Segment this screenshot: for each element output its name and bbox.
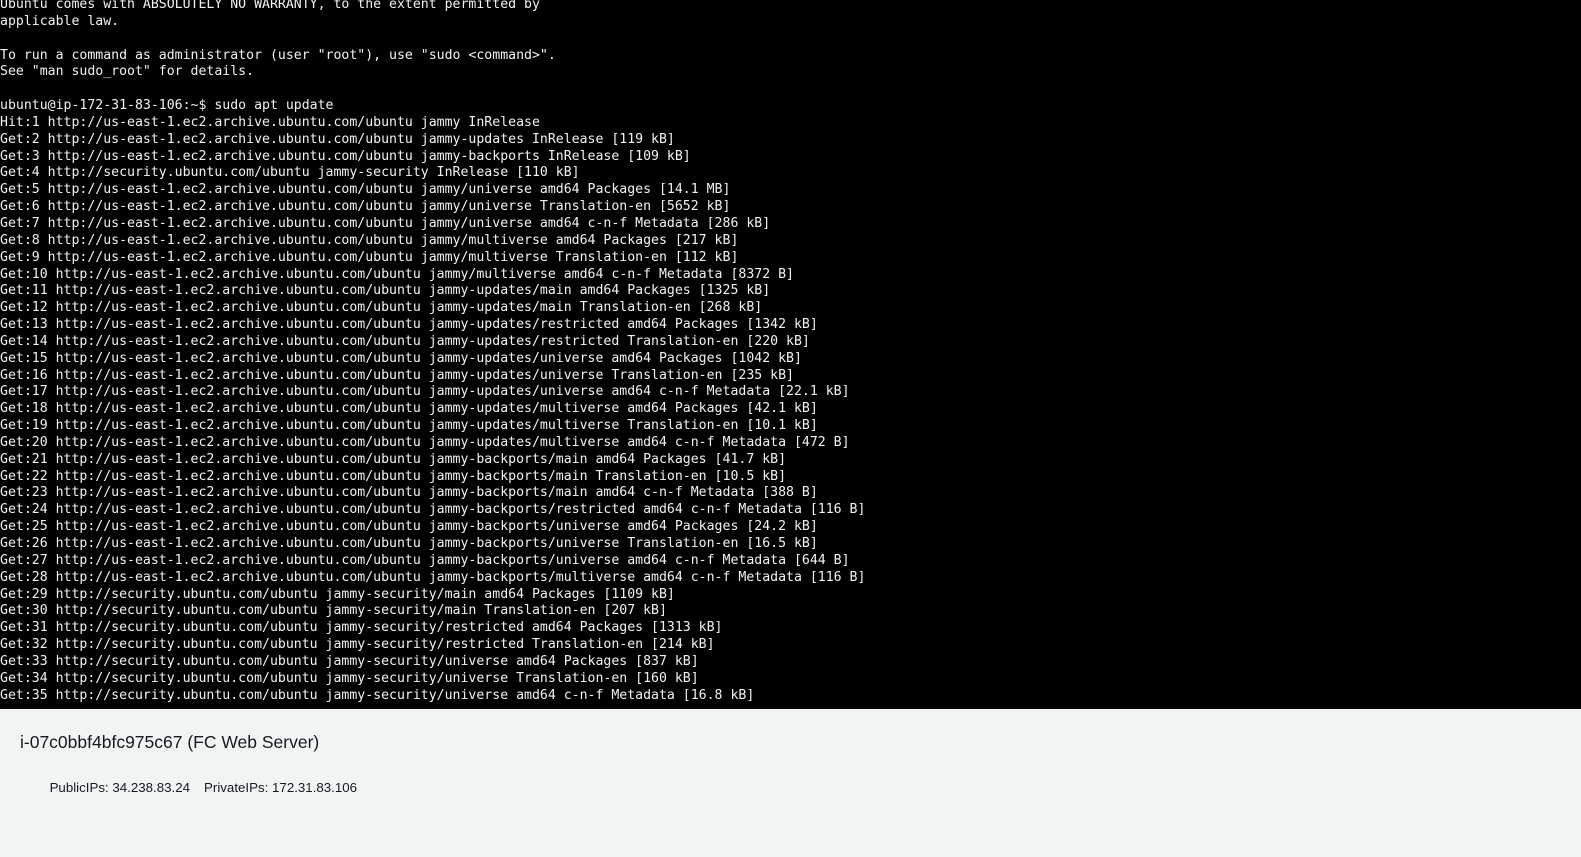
terminal-line: To run a command as administrator (user … — [0, 47, 556, 63]
terminal-line: Get:14 http://us-east-1.ec2.archive.ubun… — [0, 333, 810, 349]
app-root: Ubuntu comes with ABSOLUTELY NO WARRANTY… — [0, 0, 1581, 857]
terminal-line: applicable law. — [0, 13, 120, 29]
public-ips-label: PublicIPs: — [49, 780, 109, 795]
private-ips-value: 172.31.83.106 — [272, 780, 358, 795]
terminal-line: Get:32 http://security.ubuntu.com/ubuntu… — [0, 637, 715, 653]
private-ips-label: PrivateIPs: — [204, 780, 269, 795]
terminal-line: Get:27 http://us-east-1.ec2.archive.ubun… — [0, 552, 850, 568]
private-ip-group: PrivateIPs: 172.31.83.106 — [204, 779, 357, 797]
terminal-line: Get:28 http://us-east-1.ec2.archive.ubun… — [0, 569, 866, 585]
terminal-line: Get:21 http://us-east-1.ec2.archive.ubun… — [0, 451, 787, 467]
terminal-scroll-region: Ubuntu comes with ABSOLUTELY NO WARRANTY… — [0, 0, 1581, 704]
terminal-line: Get:10 http://us-east-1.ec2.archive.ubun… — [0, 266, 794, 282]
terminal-line: Get:6 http://us-east-1.ec2.archive.ubunt… — [0, 199, 731, 215]
terminal-line: Get:19 http://us-east-1.ec2.archive.ubun… — [0, 418, 818, 434]
terminal-line: Get:18 http://us-east-1.ec2.archive.ubun… — [0, 401, 818, 417]
instance-ip-row: PublicIPs: 34.238.83.24 PrivateIPs: 172.3… — [20, 761, 1581, 815]
terminal-line: Get:12 http://us-east-1.ec2.archive.ubun… — [0, 300, 763, 316]
terminal-line: Get:4 http://security.ubuntu.com/ubuntu … — [0, 165, 580, 181]
terminal-line: Get:24 http://us-east-1.ec2.archive.ubun… — [0, 502, 866, 518]
terminal-line: Get:25 http://us-east-1.ec2.archive.ubun… — [0, 519, 818, 535]
terminal-line: Get:7 http://us-east-1.ec2.archive.ubunt… — [0, 215, 771, 231]
terminal-output-pane[interactable]: Ubuntu comes with ABSOLUTELY NO WARRANTY… — [0, 0, 1581, 709]
terminal-line: Get:34 http://security.ubuntu.com/ubuntu… — [0, 670, 699, 686]
terminal-line: Ubuntu comes with ABSOLUTELY NO WARRANTY… — [0, 0, 540, 12]
terminal-line: Get:31 http://security.ubuntu.com/ubuntu… — [0, 620, 723, 636]
public-ip-group: PublicIPs: 34.238.83.24 — [50, 779, 190, 797]
terminal-line: Get:22 http://us-east-1.ec2.archive.ubun… — [0, 468, 787, 484]
terminal-line: Hit:1 http://us-east-1.ec2.archive.ubunt… — [0, 114, 540, 130]
terminal-line: Get:3 http://us-east-1.ec2.archive.ubunt… — [0, 148, 691, 164]
terminal-line: Get:15 http://us-east-1.ec2.archive.ubun… — [0, 350, 802, 366]
terminal-line: Get:13 http://us-east-1.ec2.archive.ubun… — [0, 317, 818, 333]
terminal-line: See "man sudo_root" for details. — [0, 64, 255, 80]
terminal-line: Get:8 http://us-east-1.ec2.archive.ubunt… — [0, 232, 739, 248]
terminal-line: Get:5 http://us-east-1.ec2.archive.ubunt… — [0, 182, 731, 198]
terminal-line: Get:20 http://us-east-1.ec2.archive.ubun… — [0, 434, 850, 450]
terminal-line: Get:23 http://us-east-1.ec2.archive.ubun… — [0, 485, 818, 501]
instance-info-bar: i-07c0bbf4bfc975c67 (FC Web Server) Publ… — [0, 709, 1581, 857]
terminal-line: Get:17 http://us-east-1.ec2.archive.ubun… — [0, 384, 850, 400]
terminal-line: ubuntu@ip-172-31-83-106:~$ sudo apt upda… — [0, 98, 334, 114]
terminal-line: Get:29 http://security.ubuntu.com/ubuntu… — [0, 586, 675, 602]
terminal-line: Get:26 http://us-east-1.ec2.archive.ubun… — [0, 536, 818, 551]
terminal-line: Get:30 http://security.ubuntu.com/ubuntu… — [0, 603, 667, 619]
terminal-line: Get:11 http://us-east-1.ec2.archive.ubun… — [0, 283, 771, 299]
terminal-line: Get:2 http://us-east-1.ec2.archive.ubunt… — [0, 131, 675, 147]
instance-title: i-07c0bbf4bfc975c67 (FC Web Server) — [20, 732, 320, 752]
public-ips-value: 34.238.83.24 — [112, 780, 191, 795]
terminal-line: Get:16 http://us-east-1.ec2.archive.ubun… — [0, 367, 794, 383]
terminal-line: Get:35 http://security.ubuntu.com/ubuntu… — [0, 687, 755, 703]
terminal-line: Get:9 http://us-east-1.ec2.archive.ubunt… — [0, 249, 739, 265]
terminal-line: Get:33 http://security.ubuntu.com/ubuntu… — [0, 653, 699, 669]
